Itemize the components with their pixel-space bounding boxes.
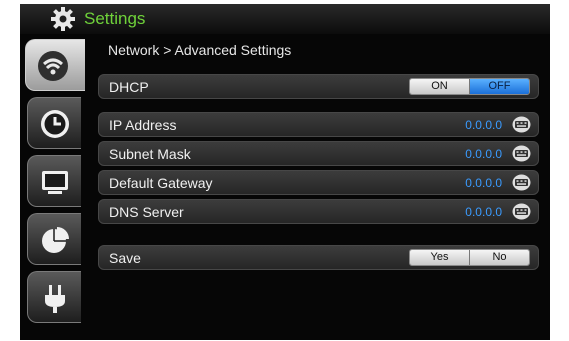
keyboard-icon[interactable] (512, 145, 531, 162)
tab-network[interactable] (25, 39, 85, 91)
dns-server-label: DNS Server (109, 204, 184, 220)
clock-icon (41, 110, 69, 138)
subnet-mask-row[interactable]: Subnet Mask 0.0.0.0 (98, 141, 539, 166)
ip-address-value: 0.0.0.0 (465, 118, 502, 132)
title-bar: Settings (20, 4, 550, 34)
dhcp-off-button[interactable]: OFF (469, 79, 529, 94)
ip-address-label: IP Address (109, 117, 177, 133)
keyboard-icon[interactable] (512, 116, 531, 133)
save-yes-button[interactable]: Yes (410, 250, 469, 265)
subnet-mask-label: Subnet Mask (109, 146, 191, 162)
sidebar (20, 34, 85, 340)
save-no-button[interactable]: No (469, 250, 529, 265)
monitor-icon (42, 171, 68, 194)
power-plug-icon (45, 285, 65, 313)
dhcp-label: DHCP (109, 79, 149, 95)
default-gateway-label: Default Gateway (109, 175, 213, 191)
keyboard-icon[interactable] (512, 174, 531, 191)
save-row: Save Yes No (98, 245, 539, 270)
tab-display[interactable] (27, 155, 81, 207)
subnet-mask-value: 0.0.0.0 (465, 147, 502, 161)
tab-statistics[interactable] (27, 213, 81, 265)
tab-clock[interactable] (27, 97, 81, 149)
wifi-icon (38, 51, 68, 81)
app-title: Settings (84, 9, 146, 28)
dhcp-on-button[interactable]: ON (410, 79, 469, 94)
pie-chart-icon (42, 227, 69, 253)
default-gateway-value: 0.0.0.0 (465, 176, 502, 190)
ip-address-row[interactable]: IP Address 0.0.0.0 (98, 112, 539, 137)
dhcp-toggle[interactable]: ON OFF (409, 78, 530, 95)
dhcp-row: DHCP ON OFF (98, 74, 539, 99)
settings-screen: Settings Network > Advanced Settings DHC… (20, 4, 550, 340)
save-choice[interactable]: Yes No (409, 249, 530, 266)
gear-icon (51, 7, 75, 31)
dns-server-value: 0.0.0.0 (465, 205, 502, 219)
breadcrumb: Network > Advanced Settings (108, 42, 292, 58)
dns-server-row[interactable]: DNS Server 0.0.0.0 (98, 199, 539, 224)
default-gateway-row[interactable]: Default Gateway 0.0.0.0 (98, 170, 539, 195)
save-label: Save (109, 250, 141, 266)
tab-power[interactable] (27, 271, 81, 323)
keyboard-icon[interactable] (512, 203, 531, 220)
